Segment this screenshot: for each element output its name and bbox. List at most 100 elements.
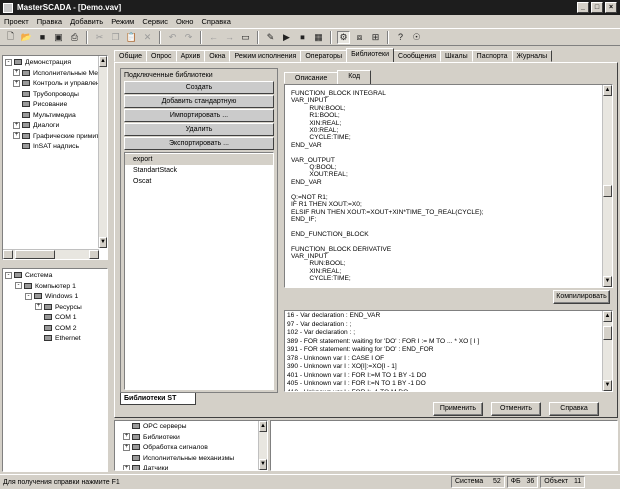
run-icon[interactable]: ▶: [280, 31, 293, 44]
cancel-button[interactable]: Отменить: [491, 402, 541, 416]
new-icon[interactable]: 🗋: [4, 31, 17, 44]
paste-icon[interactable]: 📋: [125, 31, 138, 44]
menu-add[interactable]: Добавить: [70, 17, 103, 26]
lib-tree-item[interactable]: + Датчики: [123, 464, 267, 470]
tree-scrollbar[interactable]: ▲ ▼: [98, 56, 107, 248]
object-tree-item[interactable]: Трубопроводы: [5, 90, 99, 101]
minimize-button[interactable]: _: [577, 2, 589, 13]
editor-tab-1[interactable]: Код: [337, 70, 372, 84]
system-tree-item[interactable]: + Ресурсы: [5, 303, 107, 314]
object-tree-item[interactable]: + Исполнительные Мех: [5, 69, 99, 80]
expand-icon[interactable]: +: [13, 132, 20, 140]
message-line[interactable]: 389 - FOR statement: waiting for 'DO' : …: [287, 338, 612, 347]
print-icon[interactable]: ⎙: [68, 31, 81, 44]
tab-8[interactable]: Шкалы: [440, 50, 473, 62]
save-all-icon[interactable]: ▣: [52, 31, 65, 44]
help-icon[interactable]: ☉: [410, 31, 423, 44]
window-icon[interactable]: ▭: [239, 31, 252, 44]
tab-2[interactable]: Архив: [175, 50, 206, 62]
tab-1[interactable]: Опрос: [146, 50, 177, 62]
library-button-0[interactable]: Создать: [124, 81, 274, 94]
object-tree-item[interactable]: - Демонстрация: [5, 58, 99, 69]
menu-help[interactable]: Справка: [201, 17, 230, 26]
back-icon[interactable]: ←: [207, 31, 220, 44]
expand-icon[interactable]: +: [123, 443, 130, 451]
redo-icon[interactable]: ↷: [182, 31, 195, 44]
code-text[interactable]: FUNCTION_BLOCK INTEGRAL VAR_INPUT RUN:BO…: [285, 85, 612, 283]
expand-icon[interactable]: +: [123, 464, 130, 470]
tab-0[interactable]: Общие: [114, 50, 148, 62]
fit-icon[interactable]: ⧈: [353, 31, 366, 44]
message-line[interactable]: 401 - Unknown var I : FOR I:=M TO 1 BY -…: [287, 372, 612, 381]
library-list-item[interactable]: StandartStack: [125, 165, 273, 176]
system-tree-item[interactable]: COM 1: [5, 313, 107, 324]
lib-tree-item[interactable]: Исполнительные механизмы: [123, 454, 267, 465]
system-tree-item[interactable]: - Windows 1: [5, 292, 107, 303]
pencil-icon[interactable]: ✎: [264, 31, 277, 44]
lib-tree-item[interactable]: + Обработка сигналов: [123, 443, 267, 454]
open-icon[interactable]: 📂: [20, 31, 33, 44]
delete-icon[interactable]: ✕: [141, 31, 154, 44]
collapse-icon[interactable]: -: [25, 292, 32, 300]
message-line[interactable]: 391 - FOR statement: waiting for 'DO' : …: [287, 346, 612, 355]
help-button[interactable]: Справка: [549, 402, 599, 416]
tab-5[interactable]: Операторы: [300, 50, 348, 62]
apply-button[interactable]: Применить: [433, 402, 483, 416]
maximize-button[interactable]: □: [591, 2, 603, 13]
object-tree-item[interactable]: Мультимедиа: [5, 111, 99, 122]
library-list-item[interactable]: export: [125, 154, 273, 165]
library-button-2[interactable]: Импортировать ...: [124, 109, 274, 122]
system-tree-item[interactable]: COM 2: [5, 324, 107, 335]
object-tree-item[interactable]: InSAT надпись: [5, 142, 99, 153]
tab-6[interactable]: Библиотеки: [346, 48, 395, 62]
tab-7[interactable]: Сообщения: [393, 50, 442, 62]
menu-mode[interactable]: Режим: [111, 17, 134, 26]
message-line[interactable]: 102 - Var declaration : ;: [287, 329, 612, 338]
expand-icon[interactable]: +: [35, 303, 42, 311]
editor-tab-0[interactable]: Описание: [284, 72, 339, 84]
compile-messages[interactable]: 16 - Var declaration : END_VAR 97 - Var d…: [284, 310, 613, 392]
copy-icon[interactable]: ❐: [109, 31, 122, 44]
message-line[interactable]: 390 - Unknown var I : XO[I]:=XO[I - 1]: [287, 363, 612, 372]
window2-icon[interactable]: ⊞: [369, 31, 382, 44]
menu-edit[interactable]: Правка: [37, 17, 62, 26]
whatsthis-icon[interactable]: ?: [394, 31, 407, 44]
message-line[interactable]: 16 - Var declaration : END_VAR: [287, 312, 612, 321]
stop-icon[interactable]: ⏹: [296, 31, 309, 44]
tree-hscrollbar[interactable]: [3, 249, 99, 259]
object-tree-item[interactable]: + Контроль и управлен: [5, 79, 99, 90]
message-line[interactable]: 410 - Unknown var I : FOR I:=1 TO M DO: [287, 389, 612, 392]
lib-tree-item[interactable]: + Библиотеки: [123, 433, 267, 444]
collapse-icon[interactable]: -: [15, 282, 22, 290]
object-tree-item[interactable]: Рисование: [5, 100, 99, 111]
menu-window[interactable]: Окно: [176, 17, 193, 26]
library-button-1[interactable]: Добавить стандартную: [124, 95, 274, 108]
code-scrollbar[interactable]: ▲ ▼: [602, 85, 612, 287]
object-tree-item[interactable]: + Графические примити: [5, 132, 99, 143]
close-button[interactable]: ×: [605, 2, 617, 13]
tab-10[interactable]: Журналы: [511, 50, 553, 62]
library-st-tab[interactable]: Библиотеки ST: [120, 393, 196, 405]
collapse-icon[interactable]: -: [5, 58, 12, 66]
tab-3[interactable]: Окна: [204, 50, 231, 62]
expand-icon[interactable]: +: [123, 433, 130, 441]
library-list[interactable]: export StandartStack Oscat: [124, 152, 274, 390]
menu-service[interactable]: Сервис: [142, 17, 168, 26]
expand-icon[interactable]: +: [13, 69, 20, 77]
message-line[interactable]: 97 - Var declaration : ;: [287, 321, 612, 330]
collapse-icon[interactable]: -: [5, 271, 12, 279]
cut-icon[interactable]: ✂: [93, 31, 106, 44]
expand-icon[interactable]: +: [13, 121, 20, 129]
message-line[interactable]: 405 - Unknown var I : FOR I:=N TO 1 BY -…: [287, 380, 612, 389]
system-tree-item[interactable]: Ethernet: [5, 334, 107, 345]
library-button-4[interactable]: Экспортировать ...: [124, 137, 274, 150]
system-tree-item[interactable]: - Система: [5, 271, 107, 282]
undo-icon[interactable]: ↶: [166, 31, 179, 44]
messages-scrollbar[interactable]: ▲ ▼: [602, 311, 612, 391]
menu-project[interactable]: Проект: [4, 17, 29, 26]
object-tree-item[interactable]: + Диалоги: [5, 121, 99, 132]
compile-button[interactable]: Компилировать: [553, 290, 610, 304]
expand-icon[interactable]: +: [13, 79, 20, 87]
lib-tree-scrollbar[interactable]: ▲ ▼: [258, 421, 267, 470]
tab-9[interactable]: Паспорта: [471, 50, 513, 62]
